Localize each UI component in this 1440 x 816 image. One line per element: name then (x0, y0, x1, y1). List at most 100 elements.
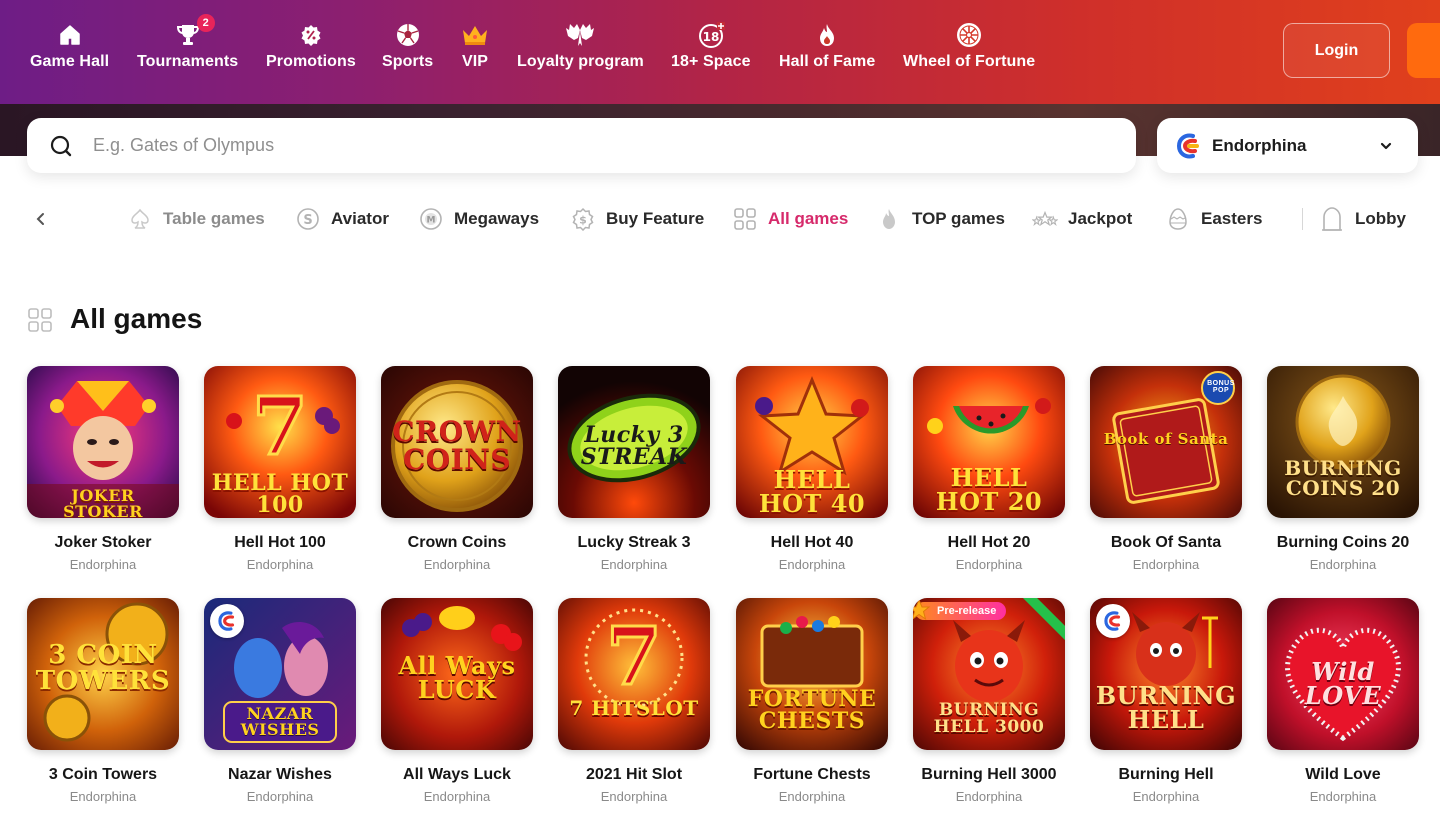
game-thumbnail[interactable]: 7 7 HITSLOT (558, 598, 710, 750)
nav-hall-of-fame[interactable]: Hall of Fame (779, 20, 875, 84)
lobby-icon (1319, 206, 1345, 232)
category-jackpot[interactable]: Jackpot (1032, 204, 1132, 234)
category-label: All games (768, 209, 849, 228)
nav-label: Hall of Fame (779, 53, 876, 70)
nav-label: Sports (382, 53, 434, 70)
search-icon[interactable] (49, 134, 73, 158)
game-card[interactable]: All Ways LUCK All Ways Luck Endorphina (381, 598, 533, 804)
nav-game-hall[interactable]: Game Hall (30, 20, 109, 84)
game-card[interactable]: HELL HOT 40 Hell Hot 40 Endorphina (736, 366, 888, 572)
game-art-title: HELL HOT 20 (935, 463, 1043, 516)
game-card[interactable]: 3 COIN TOWERS 3 Coin Towers Endorphina (27, 598, 179, 804)
endorphina-logo-icon (1175, 132, 1201, 160)
game-art-title: HELL HOT 100 (211, 470, 349, 518)
game-thumbnail[interactable]: Pre-release BURNING HELL 3000 (913, 598, 1065, 750)
svg-text:M: M (427, 216, 436, 226)
game-thumbnail[interactable]: JOKER STOKER (27, 366, 179, 518)
game-thumbnail[interactable]: HELL HOT 20 (913, 366, 1065, 518)
game-art-title: All Ways LUCK (398, 651, 516, 704)
category-divider (1302, 208, 1303, 230)
game-card[interactable]: JOKER STOKER Joker Stoker Endorphina (27, 366, 179, 572)
game-card[interactable]: Wild LOVE Wild Love Endorphina (1267, 598, 1419, 804)
category-lobby[interactable]: Lobby (1319, 204, 1406, 234)
game-card[interactable]: 7 HELL HOT 100 Hell Hot 100 Endorphina (204, 366, 356, 572)
game-thumbnail[interactable]: All Ways LUCK (381, 598, 533, 750)
endorphina-badge-icon (210, 604, 244, 638)
game-art-title: HELL HOT 40 (758, 465, 866, 518)
category-label: Lobby (1355, 209, 1406, 228)
game-provider: Endorphina (778, 789, 846, 804)
scroll-left-arrow-icon[interactable] (33, 209, 49, 229)
game-title: Joker Stoker (54, 534, 152, 551)
game-thumbnail[interactable]: 7 HELL HOT 100 (204, 366, 356, 518)
game-card[interactable]: Pre-release BURNING HELL 3000 Burning He… (913, 598, 1065, 804)
game-title: Lucky Streak 3 (577, 534, 691, 551)
pre-release-tag: Pre-release (913, 598, 1007, 621)
game-card[interactable]: NAZAR WISHES Nazar Wishes Endorphina (204, 598, 356, 804)
svg-text:S: S (303, 213, 312, 228)
game-card[interactable]: Lucky 3 STREAK Lucky Streak 3 Endorphina (558, 366, 710, 572)
eighteen-plus-icon: 18 (697, 20, 725, 50)
game-art-title: Book of Santa (1103, 430, 1229, 448)
search-input[interactable] (93, 118, 1113, 173)
endorphina-badge-icon (1096, 604, 1130, 638)
nav-loyalty-program[interactable]: Loyalty program (517, 20, 644, 84)
nav-label: Promotions (266, 53, 356, 70)
category-top-games[interactable]: TOP games (876, 204, 1005, 234)
game-title: Hell Hot 20 (947, 534, 1031, 551)
nav-tournaments[interactable]: 2 Tournaments (137, 14, 238, 84)
game-provider: Endorphina (1309, 789, 1377, 804)
game-thumbnail[interactable]: Lucky 3 STREAK (558, 366, 710, 518)
game-card[interactable]: FORTUNE CHESTS Fortune Chests Endorphina (736, 598, 888, 804)
game-art-title: JOKER STOKER (63, 486, 143, 519)
game-thumbnail[interactable]: BURNING COINS 20 (1267, 366, 1419, 518)
game-title: Fortune Chests (753, 766, 871, 783)
game-provider: Endorphina (246, 789, 314, 804)
page-title: All games (70, 303, 203, 334)
nav-wheel-of-fortune[interactable]: Wheel of Fortune (903, 20, 1035, 84)
game-card[interactable]: Book of Santa BONUS POP Book Of Santa En… (1090, 366, 1242, 572)
game-thumbnail[interactable]: Book of Santa BONUS POP (1090, 366, 1242, 518)
game-card[interactable]: CROWN COINS Crown Coins Endorphina (381, 366, 533, 572)
game-thumbnail[interactable]: HELL HOT 40 (736, 366, 888, 518)
game-thumbnail[interactable]: BURNING HELL (1090, 598, 1242, 750)
category-megaways[interactable]: M Megaways (418, 204, 539, 234)
game-card[interactable]: HELL HOT 20 Hell Hot 20 Endorphina (913, 366, 1065, 572)
game-provider: Endorphina (600, 557, 668, 572)
nav-label: VIP (461, 53, 489, 70)
game-thumbnail[interactable]: 3 COIN TOWERS (27, 598, 179, 750)
game-art-title: 3 COIN TOWERS (35, 640, 171, 696)
category-all-games[interactable]: All games (732, 204, 848, 234)
register-button[interactable] (1407, 23, 1440, 78)
provider-dropdown[interactable]: Endorphina (1157, 118, 1418, 173)
game-thumbnail[interactable]: FORTUNE CHESTS (736, 598, 888, 750)
category-table-games[interactable]: Table games (127, 204, 265, 234)
category-aviator[interactable]: S Aviator (295, 204, 389, 234)
nav-vip[interactable]: VIP (461, 20, 489, 84)
game-title: 2021 Hit Slot (585, 766, 683, 783)
game-thumbnail[interactable]: Wild LOVE (1267, 598, 1419, 750)
nav-sports[interactable]: Sports (382, 20, 433, 84)
nav-18-plus-space[interactable]: 18 18+ Space (671, 20, 751, 84)
game-provider: Endorphina (1132, 789, 1200, 804)
svg-text:7: 7 (606, 609, 662, 703)
flame-icon (817, 20, 837, 50)
selected-provider: Endorphina (1212, 136, 1307, 155)
game-thumbnail[interactable]: NAZAR WISHES (204, 598, 356, 750)
game-provider: Endorphina (69, 557, 137, 572)
game-art-title: BURNING HELL 3000 (933, 700, 1045, 737)
game-title: Burning Coins 20 (1276, 534, 1410, 551)
category-label: Easters (1201, 209, 1263, 228)
trophy-icon: 2 (175, 14, 215, 50)
nav-promotions[interactable]: Promotions (266, 20, 356, 84)
game-title: Book Of Santa (1110, 534, 1222, 551)
game-card[interactable]: BURNING COINS 20 Burning Coins 20 Endorp… (1267, 366, 1419, 572)
category-label: Buy Feature (606, 209, 705, 228)
category-buy-feature[interactable]: $ Buy Feature (570, 204, 704, 234)
login-button[interactable]: Login (1283, 23, 1390, 78)
game-card[interactable]: 7 7 HITSLOT 2021 Hit Slot Endorphina (558, 598, 710, 804)
game-card[interactable]: BURNING HELL Burning Hell Endorphina (1090, 598, 1242, 804)
game-provider: Endorphina (1132, 557, 1200, 572)
category-easters[interactable]: Easters (1165, 204, 1262, 234)
game-thumbnail[interactable]: CROWN COINS (381, 366, 533, 518)
